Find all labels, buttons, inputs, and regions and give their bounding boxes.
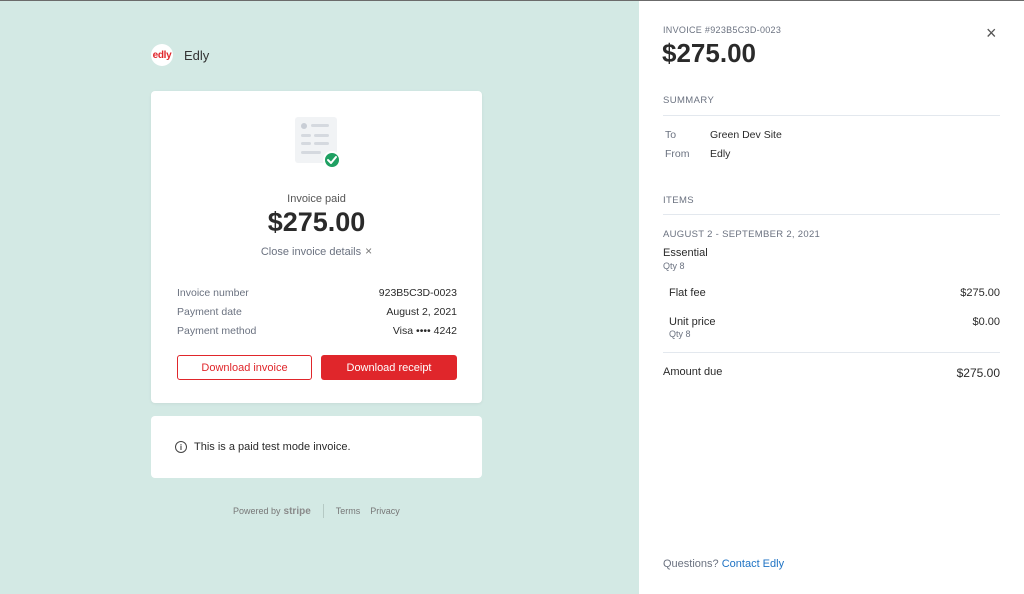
info-icon: i	[175, 441, 187, 453]
footer-divider	[322, 504, 324, 518]
line-item: Unit price $0.00	[669, 316, 1000, 328]
stripe-logo[interactable]: stripe	[284, 506, 311, 517]
download-invoice-button[interactable]: Download invoice	[177, 355, 312, 380]
questions-label: Questions?	[663, 558, 719, 570]
download-receipt-button[interactable]: Download receipt	[321, 355, 457, 380]
summary-value: Green Dev Site	[710, 129, 782, 141]
summary-label: From	[665, 148, 690, 160]
invoice-amount: $275.00	[267, 207, 366, 237]
close-invoice-details-link[interactable]: Close invoice details ×	[151, 244, 482, 258]
line-item-value: $0.00	[972, 316, 1000, 328]
summary-row: From Edly	[665, 148, 730, 160]
invoice-details: Invoice number 923B5C3D-0023 Payment dat…	[177, 283, 457, 340]
notice-text: This is a paid test mode invoice.	[194, 441, 351, 453]
items-heading: ITEMS	[663, 195, 695, 206]
line-item-label: Flat fee	[669, 287, 706, 299]
contact-link[interactable]: Contact Edly	[722, 558, 784, 570]
brand-name: Edly	[184, 47, 210, 63]
line-item-label: Unit price	[669, 316, 716, 328]
detail-label: Invoice number	[177, 286, 249, 299]
detail-row: Invoice number 923B5C3D-0023	[177, 283, 457, 302]
detail-row: Payment method Visa •••• 4242	[177, 321, 457, 340]
amount-due-value: $275.00	[956, 366, 1000, 380]
panel-amount: $275.00	[662, 38, 756, 68]
divider	[663, 214, 1000, 215]
close-panel-icon[interactable]: ×	[986, 23, 997, 44]
detail-value: Visa •••• 4242	[392, 324, 457, 337]
detail-value: 923B5C3D-0023	[378, 286, 457, 299]
detail-value: August 2, 2021	[386, 305, 457, 318]
terms-link[interactable]: Terms	[336, 506, 361, 516]
plan-name: Essential	[663, 247, 708, 259]
panel-invoice-number: INVOICE #923B5C3D-0023	[663, 25, 782, 35]
close-invoice-details-label: Close invoice details	[260, 246, 362, 258]
questions: Questions? Contact Edly	[663, 558, 784, 570]
brand: edly Edly	[151, 44, 209, 66]
test-mode-notice: i This is a paid test mode invoice.	[151, 416, 482, 478]
detail-label: Payment method	[177, 324, 257, 337]
edly-logo: edly	[151, 44, 173, 66]
privacy-link[interactable]: Privacy	[370, 506, 400, 516]
summary-row: To Green Dev Site	[665, 129, 782, 141]
powered-by-label: Powered by	[233, 506, 281, 516]
summary-heading: SUMMARY	[663, 95, 715, 106]
footer: Powered by stripe Terms Privacy	[233, 504, 410, 518]
invoice-card: Invoice paid $275.00 Close invoice detai…	[151, 91, 482, 403]
line-item-value: $275.00	[960, 287, 1000, 299]
detail-row: Payment date August 2, 2021	[177, 302, 457, 321]
invoice-details-panel: INVOICE #923B5C3D-0023 $275.00 × SUMMARY…	[639, 1, 1024, 594]
summary-value: Edly	[710, 148, 731, 160]
invoice-page: edly Edly Invoice paid $275.00 Close inv…	[0, 1, 639, 594]
invoice-paid-icon	[295, 117, 341, 167]
amount-due-label: Amount due	[663, 366, 723, 378]
summary-label: To	[665, 129, 677, 141]
divider	[663, 115, 1000, 116]
detail-label: Payment date	[177, 305, 242, 318]
divider	[663, 352, 1000, 353]
line-item: Flat fee $275.00	[669, 287, 1000, 299]
billing-period: AUGUST 2 - SEPTEMBER 2, 2021	[663, 229, 821, 240]
line-item-quantity: Qty 8	[669, 329, 691, 339]
invoice-status: Invoice paid	[287, 193, 346, 205]
amount-due: Amount due $275.00	[663, 366, 1000, 380]
close-icon: ×	[365, 244, 373, 258]
plan-quantity: Qty 8	[663, 261, 685, 271]
